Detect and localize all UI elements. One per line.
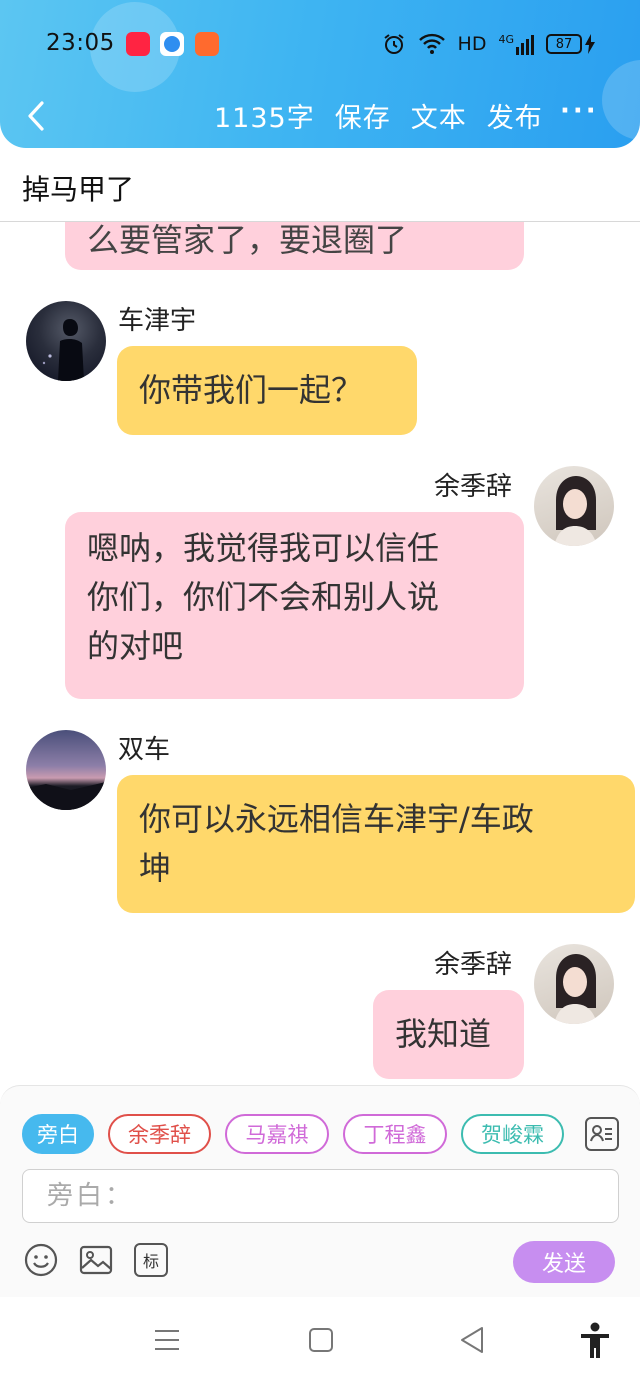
chapter-title[interactable]: 掉马甲了 <box>22 168 134 208</box>
app-header: 23:05 HD 4G 87 1135字 保存 文本 发布 ··· <box>0 0 640 148</box>
tag-button[interactable]: 标 <box>134 1243 168 1277</box>
role-chip[interactable]: 余季辞 <box>108 1114 211 1154</box>
status-bar: 23:05 HD 4G 87 <box>0 0 640 88</box>
charging-icon <box>585 34 595 54</box>
publish-button[interactable]: 发布 <box>487 96 543 135</box>
role-chip[interactable]: 丁程鑫 <box>343 1114 447 1154</box>
emoji-icon[interactable] <box>24 1243 58 1277</box>
input-panel: 旁白 余季辞 马嘉祺 丁程鑫 贺峻霖 标 发送 <box>0 1085 640 1297</box>
chat-bubble[interactable]: 你带我们一起？ <box>117 346 417 435</box>
status-time: 23:05 <box>46 30 115 56</box>
role-chip-narration[interactable]: 旁白 <box>22 1114 94 1154</box>
avatar[interactable] <box>534 944 614 1024</box>
home-icon[interactable] <box>307 1325 335 1355</box>
chat-area[interactable]: 么要管家了，要退圈了 车津宇 你带我们一起？ 余季辞 嗯呐，我觉得我可以信任 你… <box>0 222 640 1088</box>
image-icon[interactable] <box>79 1243 113 1277</box>
message-input[interactable] <box>47 1170 607 1222</box>
avatar[interactable] <box>534 466 614 546</box>
back-arrow-icon[interactable] <box>22 98 52 134</box>
back-icon[interactable] <box>458 1325 486 1355</box>
more-menu-icon[interactable]: ··· <box>560 96 599 126</box>
menu-icon[interactable] <box>153 1325 181 1355</box>
speaker-name: 余季辞 <box>434 472 513 502</box>
chat-bubble[interactable]: 么要管家了，要退圈了 <box>65 222 524 270</box>
save-button[interactable]: 保存 <box>335 96 391 135</box>
avatar[interactable] <box>26 301 106 381</box>
speaker-name: 双车 <box>118 735 171 765</box>
role-chip[interactable]: 贺峻霖 <box>461 1114 564 1154</box>
accessibility-icon[interactable] <box>578 1321 612 1361</box>
avatar[interactable] <box>26 730 106 810</box>
signal-icon: 4G <box>498 33 534 55</box>
message-input-box[interactable] <box>22 1169 619 1223</box>
chat-bubble[interactable]: 我知道 <box>373 990 524 1079</box>
chat-bubble[interactable]: 嗯呐，我觉得我可以信任 你们，你们不会和别人说 的对吧 <box>65 512 524 699</box>
text-button[interactable]: 文本 <box>411 96 467 135</box>
battery-icon: 87 <box>546 34 582 54</box>
send-button[interactable]: 发送 <box>513 1241 615 1283</box>
speaker-name: 车津宇 <box>118 306 197 336</box>
alarm-icon <box>383 34 404 54</box>
browser-app-icon <box>160 32 184 56</box>
editor-navbar: 1135字 保存 文本 发布 ··· <box>0 88 640 144</box>
system-nav-bar <box>0 1297 640 1387</box>
word-count: 1135字 <box>214 103 315 134</box>
wifi-icon <box>418 33 445 54</box>
kuaishou-app-icon <box>195 32 219 56</box>
role-chip[interactable]: 马嘉祺 <box>225 1114 329 1154</box>
chapter-title-row[interactable]: 掉马甲了 <box>0 148 640 222</box>
chat-bubble[interactable]: 你可以永远相信车津宇/车政 坤 <box>117 775 635 913</box>
speaker-name: 余季辞 <box>434 950 513 980</box>
network-label: HD <box>457 33 487 55</box>
xiaohongshu-app-icon <box>126 32 150 56</box>
role-manager-icon[interactable] <box>585 1117 619 1151</box>
